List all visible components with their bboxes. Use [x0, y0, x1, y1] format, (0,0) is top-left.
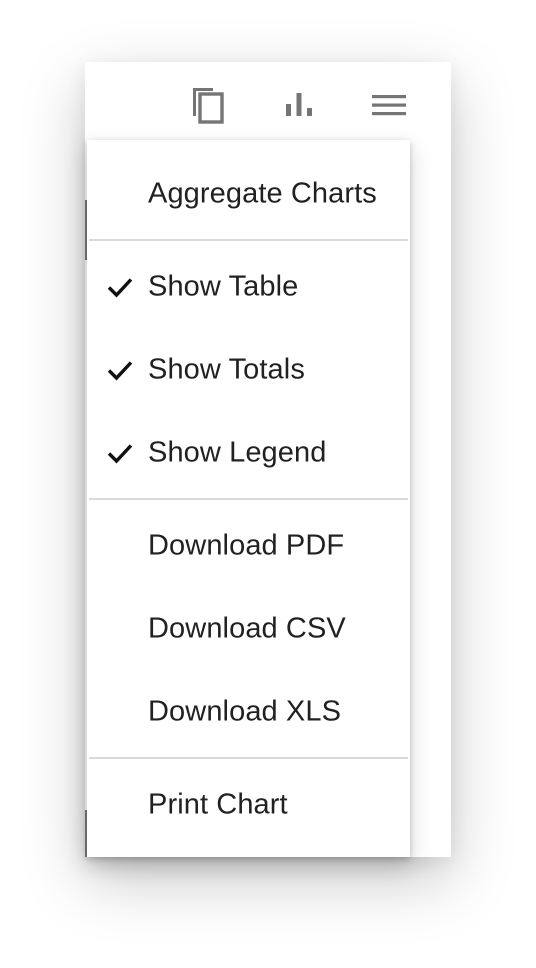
menu-divider [89, 498, 408, 500]
menu-icon [372, 95, 406, 116]
menu-item-show-table[interactable]: Show Table [87, 257, 410, 317]
copy-icon [193, 88, 224, 124]
menu-item-label: Download PDF [148, 529, 345, 562]
checkmark-icon [107, 278, 133, 298]
menu-item-download-csv[interactable]: Download CSV [87, 599, 410, 659]
menu-item-label: Aggregate Charts [148, 177, 377, 210]
checkmark-icon [107, 361, 133, 381]
menu-item-download-xls[interactable]: Download XLS [87, 682, 410, 742]
menu-item-print-chart[interactable]: Print Chart [87, 775, 410, 835]
menu-item-label: Download XLS [148, 695, 342, 728]
bar-chart-icon [286, 93, 312, 116]
checkmark-icon [107, 444, 133, 464]
menu-item-aggregate-charts[interactable]: Aggregate Charts [87, 164, 410, 224]
menu-divider [89, 757, 408, 759]
menu-item-label: Show Legend [148, 436, 327, 469]
copy-button[interactable] [183, 80, 233, 130]
menu-item-show-totals[interactable]: Show Totals [87, 340, 410, 400]
menu-item-label: Show Totals [148, 353, 305, 386]
stage: Aggregate Charts Show Table Show Totals … [0, 0, 536, 968]
chart-type-button[interactable] [274, 80, 324, 130]
menu-item-label: Print Chart [148, 788, 288, 821]
menu-item-download-pdf[interactable]: Download PDF [87, 516, 410, 576]
menu-button[interactable] [364, 80, 414, 130]
menu-item-label: Download CSV [148, 612, 346, 645]
chart-toolbar [85, 62, 451, 140]
menu-divider [89, 239, 408, 241]
menu-item-label: Show Table [148, 270, 299, 303]
menu-item-show-legend[interactable]: Show Legend [87, 423, 410, 483]
chart-context-menu: Aggregate Charts Show Table Show Totals … [87, 140, 410, 857]
